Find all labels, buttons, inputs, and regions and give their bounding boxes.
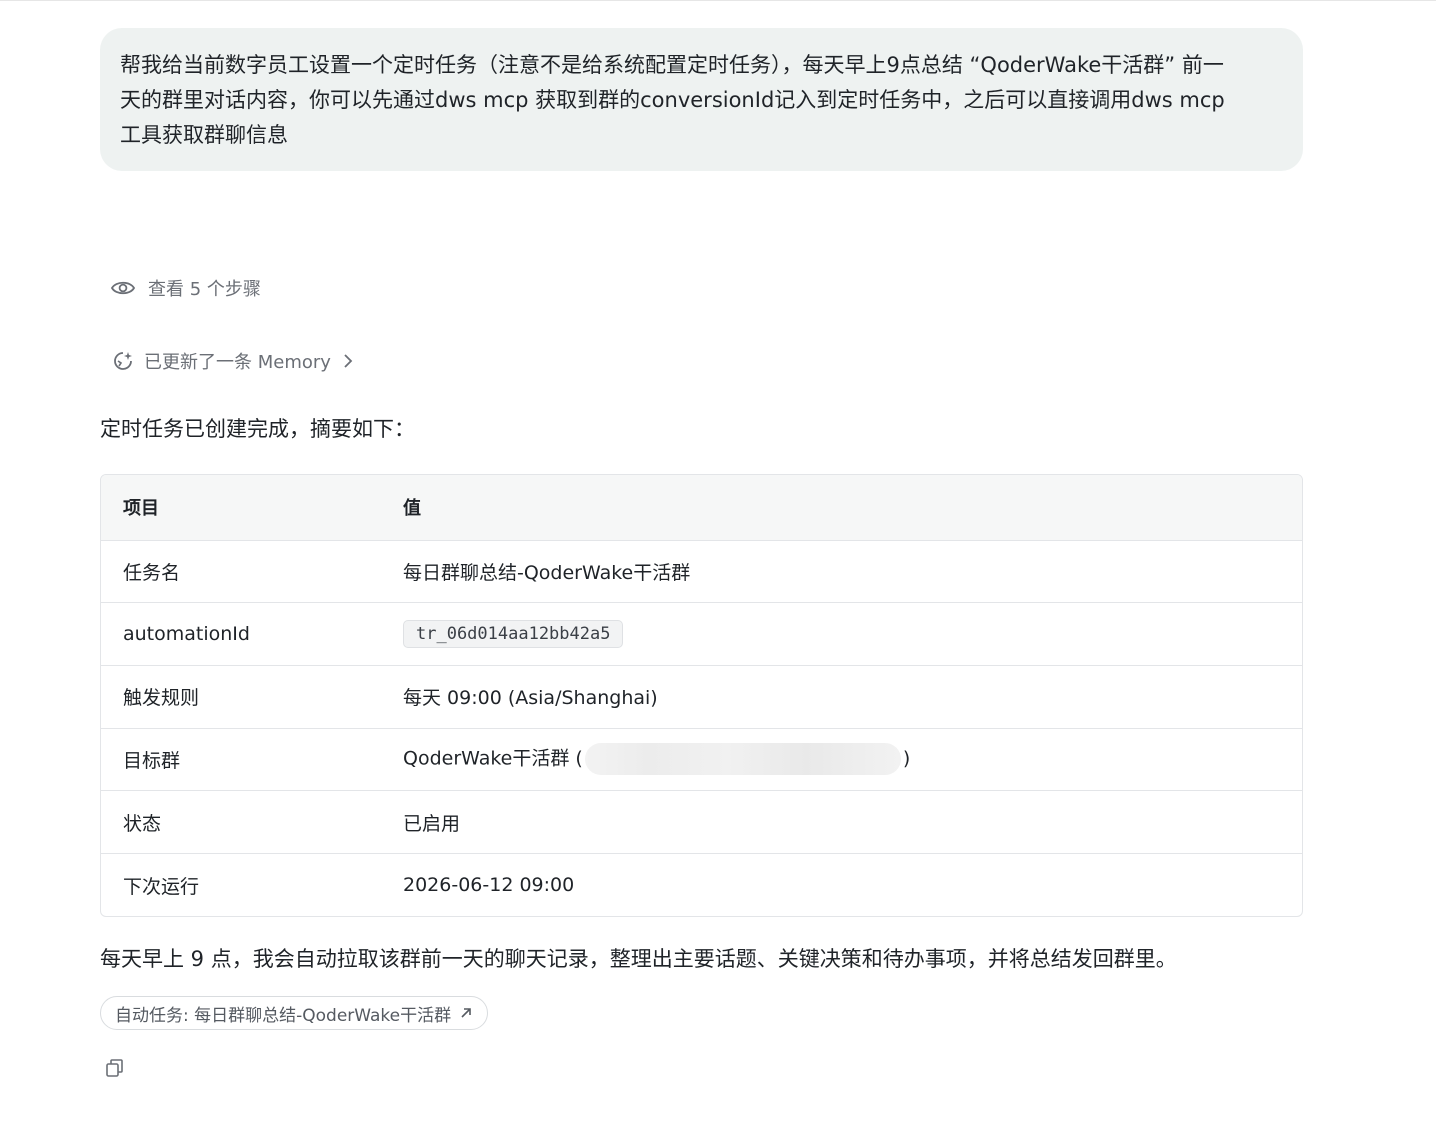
- eye-icon: [110, 278, 136, 298]
- top-divider: [0, 0, 1436, 1]
- row-key-trigger-rule: 触发规则: [123, 687, 200, 710]
- arrow-up-right-icon: [459, 1006, 473, 1020]
- table-row: 触发规则 每天 09:00 (Asia/Shanghai): [101, 665, 1302, 728]
- memory-updated-label: 已更新了一条 Memory: [144, 352, 331, 373]
- row-key-target-group: 目标群: [123, 749, 181, 772]
- task-summary-table: 项目 值 任务名 每日群聊总结-QoderWake干活群 automationI…: [100, 474, 1303, 918]
- view-steps-label: 查看 5 个步骤: [148, 279, 261, 300]
- user-message-line-2: 天的群里对话内容，你可以先通过dws mcp 获取到群的conversionId…: [120, 88, 1225, 112]
- header-item: 项目: [123, 498, 159, 520]
- automation-task-chip[interactable]: 自动任务: 每日群聊总结-QoderWake干活群: [100, 996, 489, 1030]
- row-key-status: 状态: [123, 812, 162, 835]
- row-key-task-name: 任务名: [123, 561, 181, 584]
- copy-icon: [104, 1057, 126, 1079]
- table-row: automationId tr_06d014aa12bb42a5: [101, 602, 1302, 666]
- redacted-conversation-id: [584, 743, 901, 776]
- assistant-summary-text: 每天早上 9 点，我会自动拉取该群前一天的聊天记录，整理出主要话题、关键决策和待…: [100, 947, 1177, 971]
- table-row: 下次运行 2026-06-12 09:00: [101, 853, 1302, 916]
- row-key-automation-id: automationId: [123, 623, 250, 646]
- target-group-close-paren: ): [902, 747, 911, 770]
- user-message-line-3: 工具获取群聊信息: [120, 123, 288, 147]
- copy-button[interactable]: [104, 1057, 126, 1079]
- assistant-intro-text: 定时任务已创建完成，摘要如下：: [100, 417, 415, 441]
- row-value-target-group-cell: QoderWake干活群 (): [381, 728, 1302, 791]
- table-row: 目标群 QoderWake干活群 (): [101, 728, 1302, 791]
- view-steps-toggle[interactable]: 查看 5 个步骤: [110, 272, 261, 304]
- automation-task-chip-label: 自动任务: 每日群聊总结-QoderWake干活群: [115, 1005, 452, 1026]
- table-row: 状态 已启用: [101, 790, 1302, 854]
- row-value-automation-id-cell: tr_06d014aa12bb42a5: [381, 603, 1302, 666]
- header-value: 值: [403, 498, 421, 520]
- row-key-next-run: 下次运行: [123, 875, 200, 898]
- row-value-status: 已启用: [403, 812, 461, 835]
- user-message-bubble: 帮我给当前数字员工设置一个定时任务（注意不是给系统配置定时任务），每天早上9点总…: [100, 28, 1303, 171]
- table-header-row: 项目 值: [101, 475, 1302, 540]
- user-message-line-1: 帮我给当前数字员工设置一个定时任务（注意不是给系统配置定时任务），每天早上9点总…: [120, 53, 1224, 77]
- target-group-name: QoderWake干活群 (: [403, 747, 583, 770]
- memory-updated-link[interactable]: 已更新了一条 Memory: [112, 345, 355, 377]
- table-row: 任务名 每日群聊总结-QoderWake干活群: [101, 540, 1302, 603]
- chevron-right-icon: [341, 353, 355, 369]
- row-value-task-name: 每日群聊总结-QoderWake干活群: [403, 561, 691, 584]
- memory-sparkle-icon: [112, 350, 134, 372]
- row-value-trigger-rule: 每天 09:00 (Asia/Shanghai): [403, 687, 658, 710]
- row-value-next-run: 2026-06-12 09:00: [403, 874, 575, 897]
- automation-id-code: tr_06d014aa12bb42a5: [403, 620, 624, 649]
